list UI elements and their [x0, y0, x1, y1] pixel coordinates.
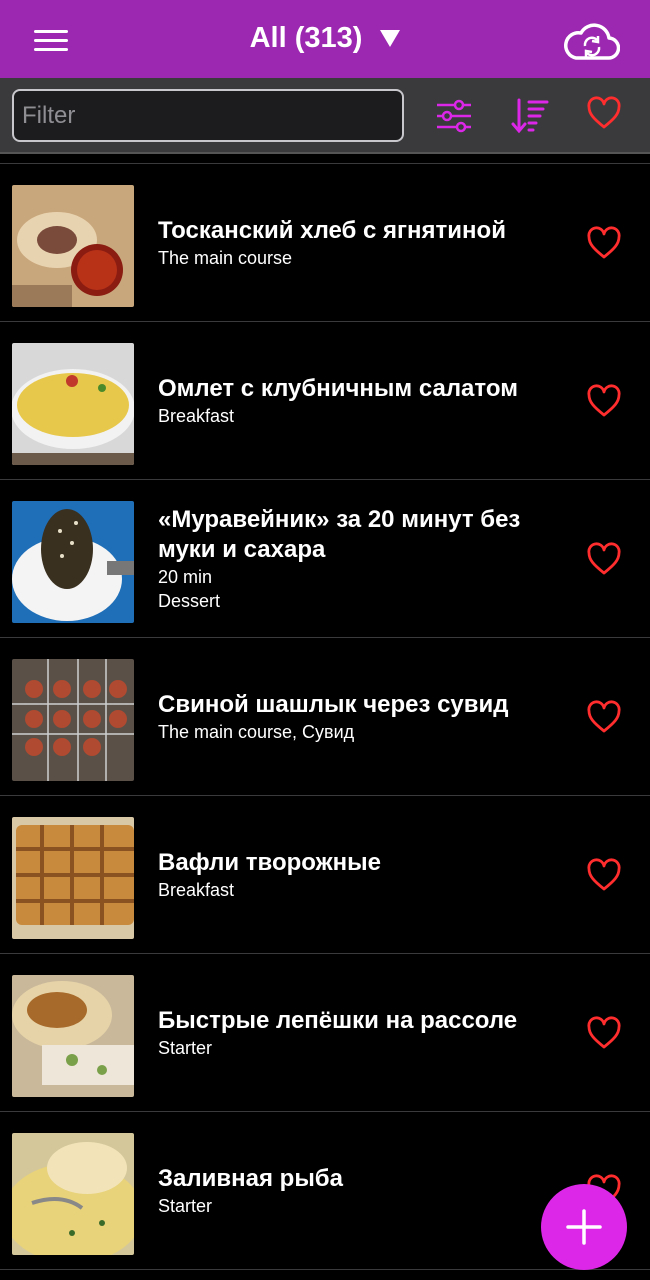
recipe-row[interactable]: «Муравейник» за 20 минут без муки и саха… — [0, 480, 650, 638]
recipe-title: Быстрые лепёшки на рассоле — [158, 1006, 518, 1034]
recipe-row[interactable]: Омлет с клубничным салатом Breakfast — [0, 322, 650, 480]
recipe-subtitle: 20 min — [158, 566, 213, 587]
recipe-title: Свиной шашлык через сувид — [158, 690, 509, 718]
recipe-photo — [12, 343, 134, 465]
heart-outline-icon[interactable] — [586, 96, 626, 136]
recipe-subtitle: Dessert — [158, 590, 221, 611]
recipe-photo — [12, 975, 134, 1097]
recipe-text: Заливная рыба Starter — [158, 1112, 558, 1269]
recipe-row[interactable]: Свиной шашлык через сувид The main course… — [0, 638, 650, 796]
filter-toolbar — [0, 78, 650, 154]
recipe-title: Омлет с клубничным салатом — [158, 374, 518, 402]
recipe-list: Тосканский хлеб с ягнятиной The main cour… — [0, 154, 650, 1270]
recipe-row[interactable]: Вафли творожные Breakfast — [0, 796, 650, 954]
page-title: All (313) — [249, 22, 363, 54]
recipe-subtitle: Starter — [158, 1037, 213, 1058]
favorite-heart-icon[interactable] — [586, 226, 622, 260]
sort-descending-icon[interactable] — [510, 96, 550, 136]
recipe-text: «Муравейник» за 20 минут без муки и саха… — [158, 480, 558, 637]
cloud-sync-icon[interactable] — [562, 20, 621, 62]
recipe-title: Заливная рыба — [158, 1164, 343, 1192]
recipe-subtitle: Breakfast — [158, 879, 235, 900]
recipe-photo — [12, 1133, 134, 1255]
recipe-subtitle: Starter — [158, 1195, 213, 1216]
favorite-heart-icon[interactable] — [586, 700, 622, 734]
recipe-photo — [12, 817, 134, 939]
filter-input[interactable] — [12, 89, 404, 142]
recipe-text: Тосканский хлеб с ягнятиной The main cour… — [158, 164, 558, 321]
recipe-subtitle: The main course, Сувид — [158, 721, 355, 742]
list-divider — [0, 154, 650, 164]
recipe-photo — [12, 185, 134, 307]
favorite-heart-icon[interactable] — [586, 384, 622, 418]
recipe-row[interactable]: Тосканский хлеб с ягнятиной The main cour… — [0, 164, 650, 322]
recipe-row[interactable]: Быстрые лепёшки на рассоле Starter — [0, 954, 650, 1112]
plus-icon — [566, 1209, 602, 1245]
recipe-photo — [12, 501, 134, 623]
favorite-heart-icon[interactable] — [586, 542, 622, 576]
recipe-title: Вафли творожные — [158, 848, 381, 876]
caret-down-icon — [380, 30, 401, 47]
recipe-photo — [12, 659, 134, 781]
recipe-title: Тосканский хлеб с ягнятиной — [158, 216, 506, 244]
recipe-subtitle: Breakfast — [158, 405, 235, 426]
top-bar: All (313) — [0, 0, 650, 78]
category-dropdown[interactable]: All (313) — [0, 22, 650, 55]
recipe-text: Быстрые лепёшки на рассоле Starter — [158, 954, 558, 1111]
recipe-text: Омлет с клубничным салатом Breakfast — [158, 322, 558, 479]
recipe-text: Свиной шашлык через сувид The main course… — [158, 638, 558, 795]
favorite-heart-icon[interactable] — [586, 858, 622, 892]
recipe-subtitle: The main course — [158, 247, 293, 268]
add-recipe-button[interactable] — [541, 1184, 627, 1270]
recipe-title: «Муравейник» за 20 минут без муки и саха… — [158, 505, 521, 563]
sliders-icon[interactable] — [434, 96, 474, 136]
recipe-text: Вафли творожные Breakfast — [158, 796, 558, 953]
favorite-heart-icon[interactable] — [586, 1016, 622, 1050]
